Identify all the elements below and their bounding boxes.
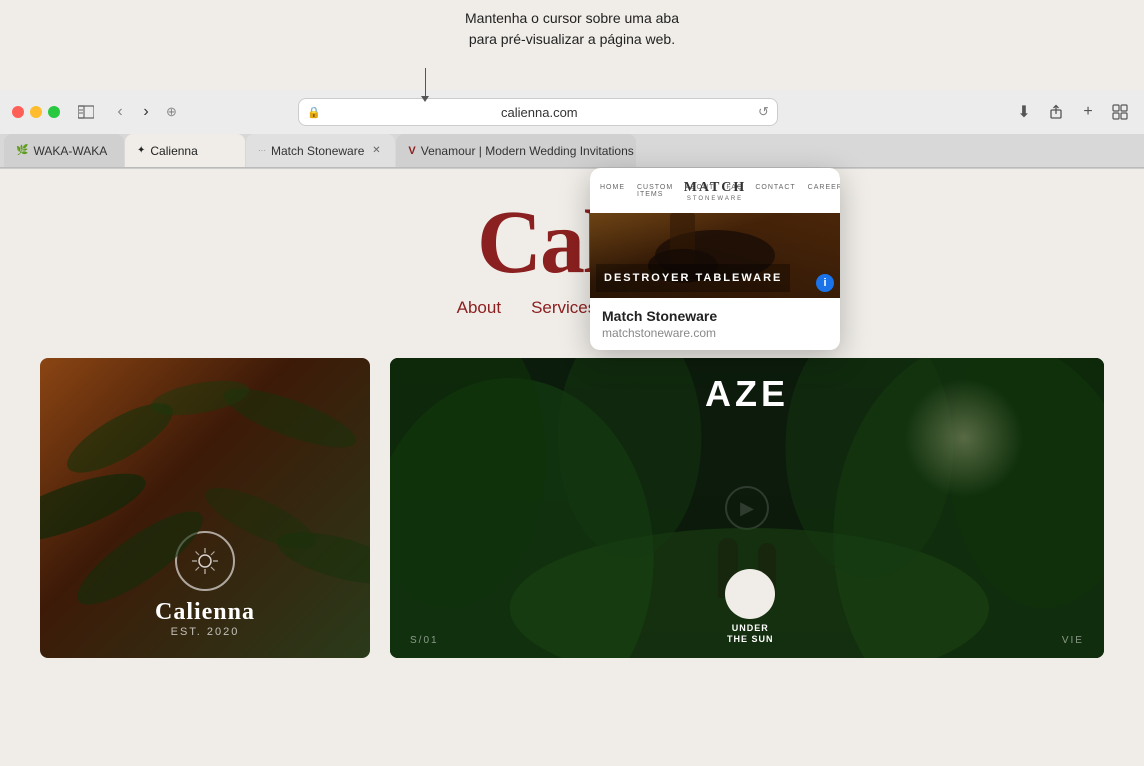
match-nav-custom: CUSTOM ITEMS xyxy=(637,184,673,198)
tab-match[interactable]: ··· Match Stoneware ✕ xyxy=(246,134,395,167)
minimize-button[interactable] xyxy=(30,106,42,118)
match-sub: STONEWARE xyxy=(687,196,743,202)
tab-calienna[interactable]: ✦ Calienna xyxy=(125,134,245,167)
tab-favicon-match: ··· xyxy=(258,146,266,155)
browser-chrome: ‹ › ⊕ 🔒 calienna.com ↺ ⬇ + xyxy=(0,90,1144,169)
download-button[interactable]: ⬇ xyxy=(1012,100,1036,124)
match-hero-image: DESTROYER TABLEWARE i xyxy=(590,213,840,298)
circle-decoration xyxy=(725,569,775,619)
card-right-bottom: S/01 UNDER THE SUN VIE xyxy=(390,557,1104,658)
new-tab-button[interactable]: + xyxy=(1076,100,1100,124)
tab-label-match: Match Stoneware xyxy=(271,144,364,158)
card-left-background: Calienna EST. 2020 xyxy=(40,358,370,658)
close-button[interactable] xyxy=(12,106,24,118)
bottom-label-right: VIE xyxy=(1062,635,1084,646)
nav-about[interactable]: About xyxy=(457,298,501,318)
tooltip-annotation: Mantenha o cursor sobre uma aba para pré… xyxy=(465,8,679,50)
tab-favicon-waka: 🌿 xyxy=(16,145,28,156)
page-content: Calie About Services Under T xyxy=(0,168,1144,766)
tab-venamour[interactable]: V Venamour | Modern Wedding Invitations xyxy=(396,134,636,167)
nav-buttons: ‹ › xyxy=(108,100,158,124)
content-grid: Calienna EST. 2020 xyxy=(0,328,1144,688)
under-the-sun: UNDER THE SUN xyxy=(725,569,775,646)
tab-preview-url: matchstoneware.com xyxy=(602,326,828,340)
leaf-decoration-left xyxy=(40,358,370,658)
tooltip-arrow xyxy=(425,68,426,98)
match-preview-header: HOME CUSTOM ITEMS ABOUT FAQ CONTACT CARE… xyxy=(590,168,840,213)
bottom-label-left: S/01 xyxy=(410,635,439,646)
toolbar-right: ⬇ + xyxy=(1012,100,1132,124)
card-right: AZE ▶ S/01 UNDER THE SUN xyxy=(390,358,1104,658)
match-nav-contact: CONTACT xyxy=(755,184,795,198)
tab-preview-title: Match Stoneware xyxy=(602,308,828,324)
tab-overview-button[interactable] xyxy=(1108,100,1132,124)
tab-close-match[interactable]: ✕ xyxy=(369,144,383,158)
forward-button[interactable]: › xyxy=(134,100,158,124)
nav-services[interactable]: Services xyxy=(531,298,596,318)
reload-button[interactable]: ↺ xyxy=(758,104,769,120)
calienna-nav: About Services Under T xyxy=(0,298,1144,318)
tab-label-calienna: Calienna xyxy=(150,144,197,158)
match-nav-careers: CAREERS xyxy=(808,184,840,198)
lock-icon: 🔒 xyxy=(307,106,321,119)
traffic-lights xyxy=(12,106,60,118)
share-button[interactable] xyxy=(1044,100,1068,124)
tab-label-venamour: Venamour | Modern Wedding Invitations xyxy=(421,144,634,158)
match-nav-home: HOME xyxy=(600,184,625,198)
address-text[interactable]: calienna.com xyxy=(327,105,752,120)
tab-preview-info: Match Stoneware matchstoneware.com xyxy=(590,298,840,350)
toolbar: ‹ › ⊕ 🔒 calienna.com ↺ ⬇ + xyxy=(0,90,1144,134)
card-left: Calienna EST. 2020 xyxy=(40,358,370,658)
calienna-header: Calie About Services Under T xyxy=(0,168,1144,318)
match-hero-label: DESTROYER TABLEWARE xyxy=(596,264,790,292)
card-right-background: AZE ▶ S/01 UNDER THE SUN xyxy=(390,358,1104,658)
address-bar[interactable]: 🔒 calienna.com ↺ xyxy=(298,98,778,126)
fullscreen-button[interactable] xyxy=(48,106,60,118)
tab-label-waka: WAKA-WAKA xyxy=(33,144,107,158)
series-label: UNDER THE SUN xyxy=(725,623,775,646)
security-icon: ⊕ xyxy=(166,104,177,120)
tab-preview-image: HOME CUSTOM ITEMS ABOUT FAQ CONTACT CARE… xyxy=(590,168,840,298)
tab-preview-popup: HOME CUSTOM ITEMS ABOUT FAQ CONTACT CARE… xyxy=(590,168,840,350)
aze-title: AZE xyxy=(705,373,789,415)
match-logo: MATCH xyxy=(684,180,747,196)
tabs-bar: 🌿 WAKA-WAKA ✦ Calienna ··· Match Stonewa… xyxy=(0,134,1144,168)
calienna-logo: Calie xyxy=(0,198,1144,288)
tab-favicon-calienna: ✦ xyxy=(137,145,145,156)
info-badge: i xyxy=(816,274,834,292)
moon-glow xyxy=(904,378,1024,498)
tab-waka[interactable]: 🌿 WAKA-WAKA xyxy=(4,134,124,167)
tab-favicon-venamour: V xyxy=(408,145,415,157)
back-button[interactable]: ‹ xyxy=(108,100,132,124)
sidebar-toggle-button[interactable] xyxy=(72,100,100,124)
